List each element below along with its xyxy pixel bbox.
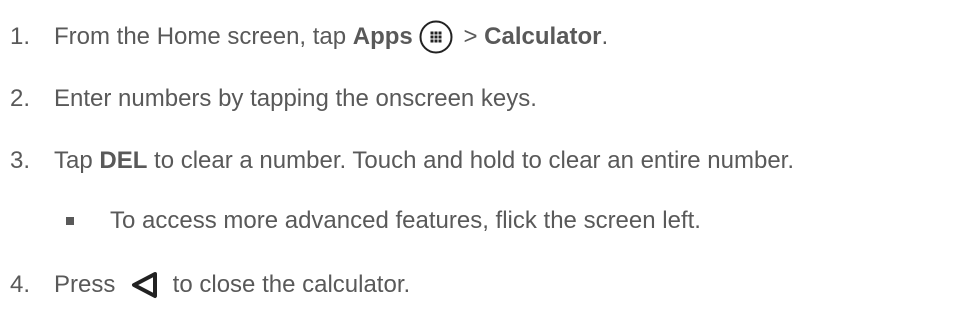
sub-bullet: To access more advanced features, flick … (66, 206, 701, 236)
step-number: 1. (10, 23, 31, 50)
step-prefix: From the Home screen, tap (54, 23, 353, 50)
step-3: 3. Tap DEL to clear a number. Touch and … (10, 146, 794, 176)
apps-grid-icon (419, 20, 453, 54)
bullet-text: To access more advanced features, flick … (110, 207, 701, 234)
instruction-document: 1. From the Home screen, tap Apps > Calc… (0, 0, 972, 324)
calculator-label: Calculator (484, 23, 602, 50)
step-suffix: to clear a number. Touch and hold to cle… (147, 147, 795, 174)
step-number: 3. (10, 147, 31, 174)
bullet-square-icon (66, 217, 74, 225)
step-text: Enter numbers by tapping the onscreen ke… (54, 85, 537, 112)
step-prefix: Press (54, 271, 123, 298)
step-suffix: to close the calculator. (166, 271, 411, 298)
back-triangle-icon (130, 270, 160, 300)
apps-label: Apps (352, 23, 413, 50)
del-label: DEL (99, 147, 148, 174)
step-text: Tap DEL to clear a number. Touch and hol… (54, 146, 794, 176)
step-4: 4. Press to close the calculator. (10, 270, 410, 300)
step-text: From the Home screen, tap Apps > Calcula… (54, 20, 608, 54)
step-number: 4. (10, 271, 31, 298)
separator: > (456, 23, 485, 50)
step-prefix: Tap (54, 147, 100, 174)
step-1: 1. From the Home screen, tap Apps > Calc… (10, 20, 608, 54)
step-text: Press to close the calculator. (54, 270, 410, 300)
step-2: 2. Enter numbers by tapping the onscreen… (10, 84, 537, 114)
step-number: 2. (10, 85, 31, 112)
step-suffix: . (601, 23, 609, 50)
